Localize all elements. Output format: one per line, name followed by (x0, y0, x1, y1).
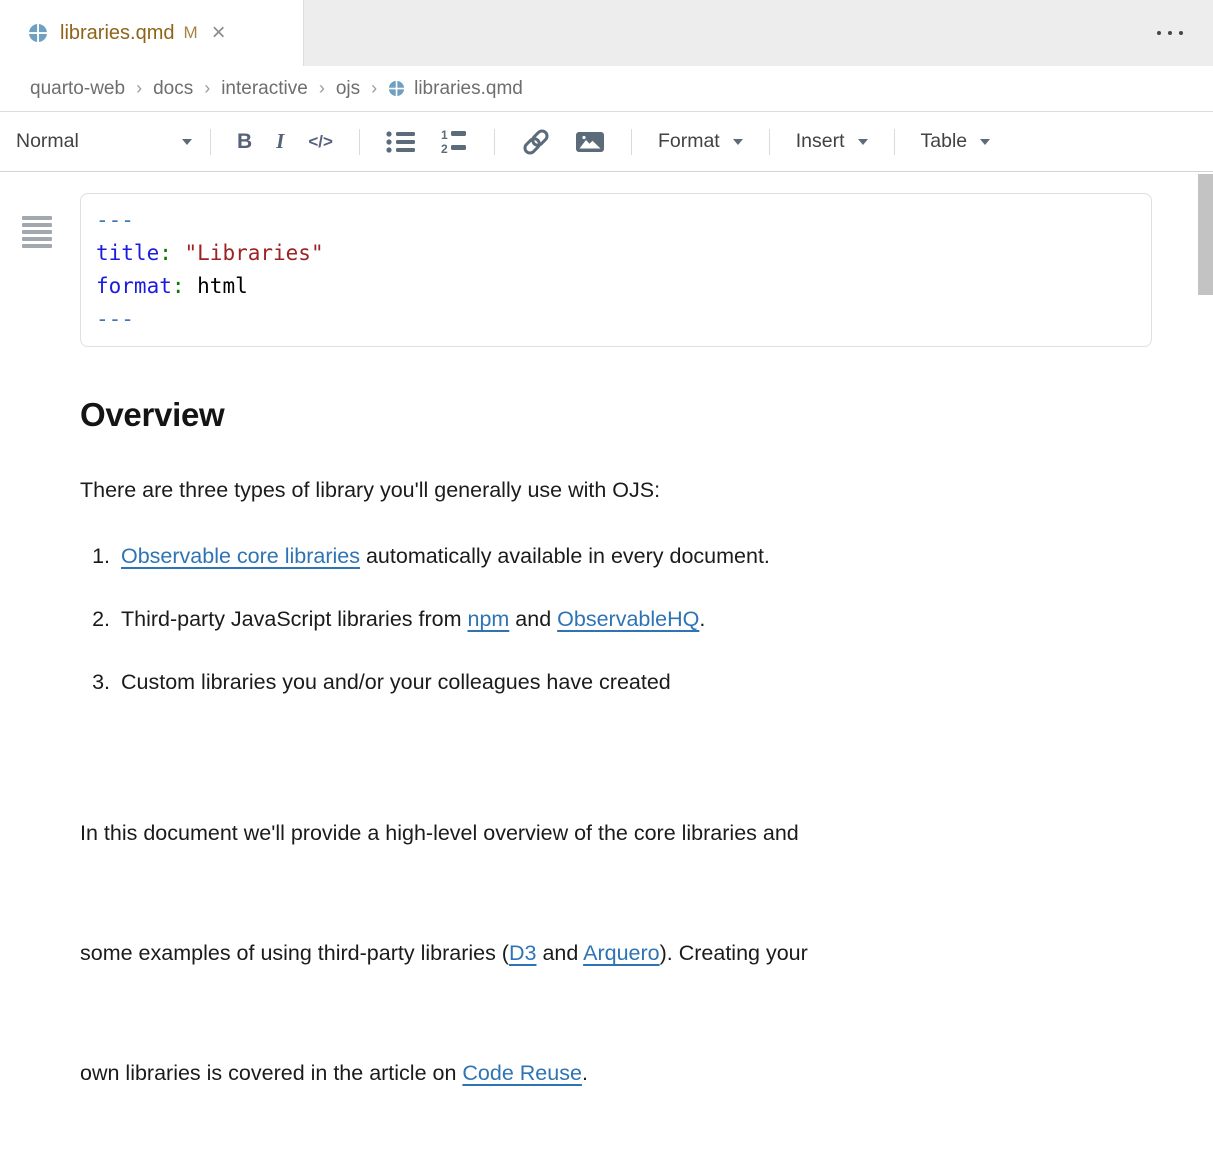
insert-image-button[interactable] (575, 130, 605, 154)
yaml-delimiter: --- (96, 307, 134, 331)
tab-title: libraries.qmd (60, 22, 174, 45)
link-arquero[interactable]: Arquero (583, 941, 660, 965)
page-title: Overview (80, 396, 1103, 434)
quarto-icon (388, 80, 405, 97)
link-npm[interactable]: npm (467, 607, 509, 631)
close-icon[interactable]: × (212, 21, 226, 45)
bullet-list-button[interactable] (386, 130, 416, 154)
insert-menu-label: Insert (796, 130, 845, 153)
tab-libraries-qmd[interactable]: libraries.qmd M × (0, 0, 304, 66)
link-d3[interactable]: D3 (509, 941, 536, 965)
yaml-format-value: html (185, 274, 248, 298)
more-actions-button[interactable] (1157, 0, 1213, 66)
toolbar-divider (894, 129, 895, 155)
toolbar-divider (210, 129, 211, 155)
toolbar-divider (359, 129, 360, 155)
list-item: 2. Third-party JavaScript libraries from… (80, 607, 1103, 632)
toolbar-divider (494, 129, 495, 155)
link-observablehq[interactable]: ObservableHQ (557, 607, 699, 631)
bold-button[interactable]: B (237, 130, 252, 154)
breadcrumb-item-docs[interactable]: docs (153, 78, 193, 100)
format-menu[interactable]: Format (658, 130, 743, 153)
list-item: 3. Custom libraries you and/or your coll… (80, 670, 1103, 695)
yaml-delimiter: --- (96, 208, 134, 232)
yaml-format-key: format (96, 274, 172, 298)
tab-bar: libraries.qmd M × (0, 0, 1213, 66)
svg-text:2: 2 (441, 142, 448, 156)
code-button[interactable]: </> (308, 132, 333, 152)
table-menu[interactable]: Table (921, 130, 991, 153)
list-marker: 3. (80, 670, 121, 695)
format-menu-label: Format (658, 130, 720, 153)
toolbar-divider (631, 129, 632, 155)
yaml-title-key: title (96, 241, 159, 265)
visual-editor-canvas[interactable]: --- title: "Libraries" format: html --- … (0, 193, 1213, 910)
intro-paragraph: There are three types of library you'll … (80, 478, 1103, 503)
breadcrumb-file-label: libraries.qmd (414, 78, 523, 100)
git-modified-badge: M (183, 23, 197, 43)
more-actions-icon (1157, 31, 1161, 35)
outro-line: own libraries is covered in the article … (80, 1053, 1103, 1093)
list-marker: 2. (80, 607, 121, 632)
list-marker: 1. (80, 544, 121, 569)
link-icon (521, 128, 551, 156)
breadcrumb-item-interactive[interactable]: interactive (221, 78, 308, 100)
formatting-toolbar: Normal B I </> 1 2 (0, 112, 1213, 172)
image-icon (575, 130, 605, 154)
vertical-scrollbar[interactable] (1198, 174, 1213, 295)
breadcrumb-item-quarto-web[interactable]: quarto-web (30, 78, 125, 100)
numbered-list-button[interactable]: 1 2 (440, 128, 468, 156)
code-icon: </> (308, 132, 333, 152)
chevron-right-icon: › (371, 78, 377, 99)
outro-line: some examples of using third-party libra… (80, 933, 1103, 973)
link-code-reuse[interactable]: Code Reuse (462, 1061, 582, 1085)
chevron-down-icon (980, 139, 990, 145)
bullet-list-icon (386, 130, 416, 154)
chevron-right-icon: › (136, 78, 142, 99)
chevron-down-icon (858, 139, 868, 145)
italic-icon: I (276, 129, 284, 154)
chevron-right-icon: › (319, 78, 325, 99)
paragraph-style-select[interactable]: Normal (16, 130, 196, 153)
outro-paragraph: In this document we'll provide a high-le… (80, 733, 1103, 1173)
list-item: 1. Observable core libraries automatical… (80, 544, 1103, 569)
chevron-down-icon (182, 139, 192, 145)
chevron-right-icon: › (204, 78, 210, 99)
svg-text:1: 1 (441, 128, 448, 142)
chevron-down-icon (733, 139, 743, 145)
yaml-title-value: "Libraries" (172, 241, 324, 265)
italic-button[interactable]: I (276, 129, 284, 154)
table-menu-label: Table (921, 130, 968, 153)
numbered-list-icon: 1 2 (440, 128, 468, 156)
bold-icon: B (237, 130, 252, 154)
breadcrumb-item-ojs[interactable]: ojs (336, 78, 360, 100)
yaml-front-matter-block[interactable]: --- title: "Libraries" format: html --- (80, 193, 1152, 347)
outro-line: In this document we'll provide a high-le… (80, 813, 1103, 853)
toolbar-divider (769, 129, 770, 155)
breadcrumb-item-file[interactable]: libraries.qmd (388, 78, 523, 100)
paragraph-style-value: Normal (16, 130, 79, 153)
breadcrumb: quarto-web › docs › interactive › ojs › … (0, 66, 1213, 112)
quarto-icon (28, 23, 48, 43)
numbered-list: 1. Observable core libraries automatical… (80, 544, 1103, 695)
insert-menu[interactable]: Insert (796, 130, 868, 153)
insert-link-button[interactable] (521, 128, 551, 156)
drag-handle-icon[interactable] (22, 216, 52, 251)
link-observable-core-libraries[interactable]: Observable core libraries (121, 544, 360, 568)
